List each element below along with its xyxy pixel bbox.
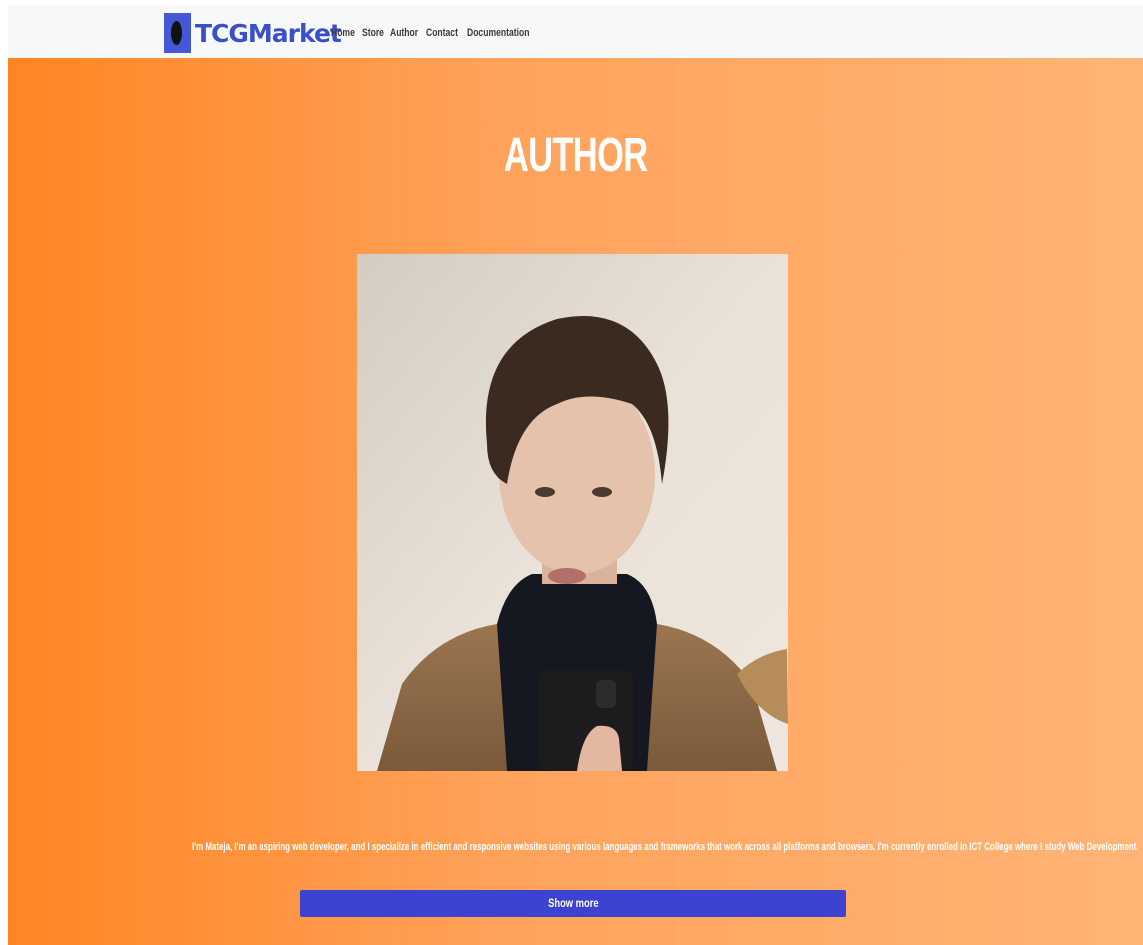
nav-link-author[interactable]: Author [390,23,418,43]
show-more-label: Show more [547,896,599,910]
show-more-button[interactable]: Show more [300,890,846,917]
page-title-text: AUTHOR [503,129,648,182]
nav-link-store[interactable]: Store [362,23,384,43]
author-photo-illustration [357,254,788,771]
nav-link-home[interactable]: Home [331,23,355,43]
author-section: AUTHOR I'm Mateja, I'm an aspiring web d… [8,58,1143,945]
nav-link-contact[interactable]: Contact [426,23,458,43]
author-photo [357,254,788,771]
author-bio-text: I'm Mateja, I'm an aspiring web develope… [192,841,1139,853]
nav-link-documentation[interactable]: Documentation [467,23,529,43]
page: TCGMarket Home Store Author Contact Docu… [8,6,1143,945]
brand-name[interactable]: TCGMarket [195,14,342,54]
card-logo-icon[interactable] [164,13,191,53]
logo-oval [171,21,182,45]
nav-links: Home Store Author Contact Documentation [331,23,547,43]
navbar: TCGMarket Home Store Author Contact Docu… [8,6,1143,58]
author-bio: I'm Mateja, I'm an aspiring web develope… [8,841,1143,853]
page-title: AUTHOR [8,128,1143,183]
